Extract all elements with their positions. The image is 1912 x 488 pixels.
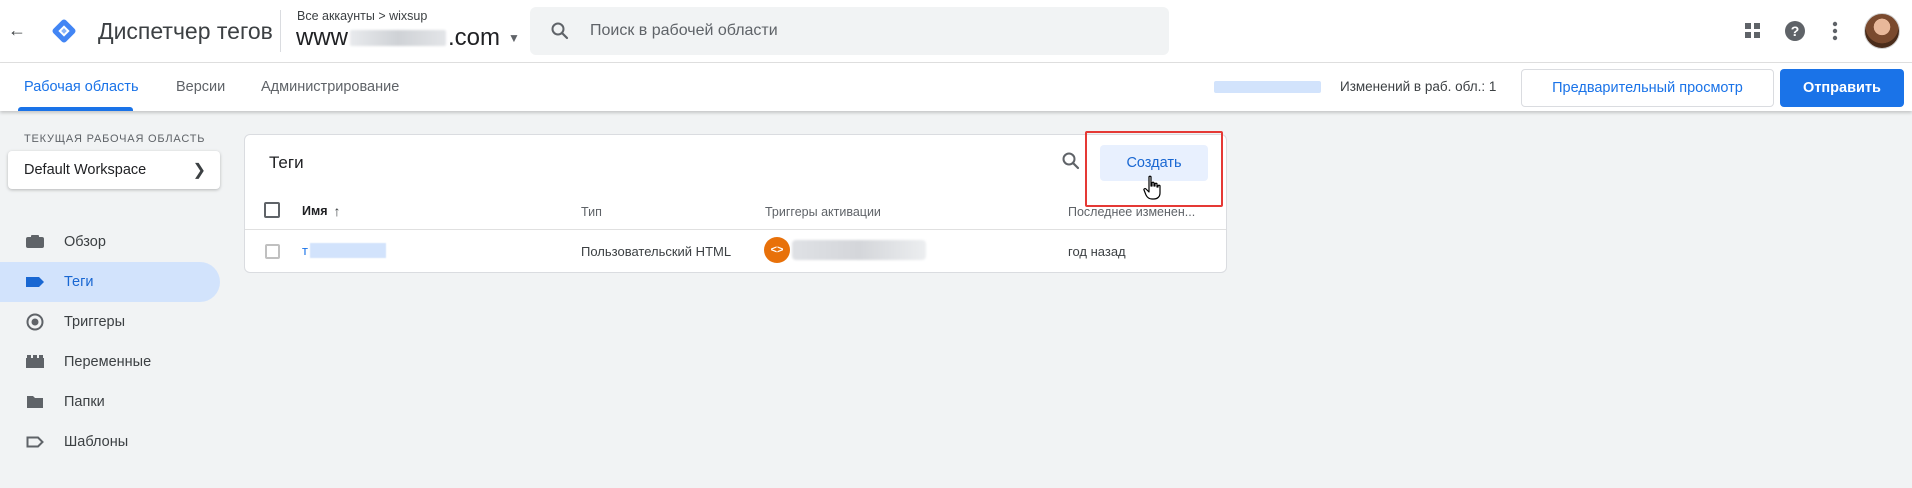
account-breadcrumb[interactable]: Все аккаунты > wixsup [297, 9, 427, 23]
panel-title: Теги [269, 153, 304, 172]
code-icon: <> [764, 237, 790, 263]
workspace-name: Default Workspace [24, 162, 147, 178]
sidebar-item-variables[interactable]: Переменные [0, 342, 220, 382]
current-workspace-label: ТЕКУЩАЯ РАБОЧАЯ ОБЛАСТЬ [24, 133, 206, 145]
tab-versions[interactable]: Версии [176, 63, 225, 111]
trigger-icon [24, 313, 46, 331]
tag-name-link[interactable]: т [302, 243, 386, 258]
tag-last-modified: год назад [1068, 244, 1126, 259]
chevron-right-icon: ❯ [192, 162, 206, 179]
sidebar-item-templates[interactable]: Шаблоны [0, 422, 220, 462]
more-vert-icon[interactable] [1822, 18, 1848, 44]
tab-workspace[interactable]: Рабочая область [24, 63, 139, 111]
sidebar-item-label: Переменные [64, 354, 152, 370]
apps-grid-icon[interactable] [1740, 18, 1766, 44]
workspace-changes-count: Изменений в раб. обл.: 1 [1340, 79, 1497, 94]
hand-cursor-icon [1143, 175, 1161, 200]
top-app-bar: ← Диспетчер тегов Все аккаунты > wixsup … [0, 0, 1912, 63]
tags-panel: Теги Создать Имя ↑ Тип Триггеры активаци… [244, 131, 1227, 273]
search-placeholder: Поиск в рабочей области [590, 22, 778, 39]
dropdown-arrow-icon: ▼ [508, 31, 520, 45]
sidebar-item-label: Папки [64, 394, 105, 410]
variables-icon [24, 354, 46, 370]
sidebar-item-folders[interactable]: Папки [0, 382, 220, 422]
redacted-text [792, 240, 926, 260]
sidebar-item-overview[interactable]: Обзор [0, 222, 220, 262]
back-arrow-icon[interactable]: ← [6, 19, 28, 41]
workspace-status-redacted [1214, 81, 1321, 93]
help-icon[interactable]: ? [1782, 18, 1808, 44]
avatar[interactable] [1864, 13, 1900, 49]
container-name-suffix: .com [448, 24, 501, 51]
tag-icon [24, 274, 46, 290]
sidebar-item-tags[interactable]: Теги [0, 262, 220, 302]
product-name: Диспетчер тегов [98, 18, 273, 44]
select-all-checkbox[interactable] [264, 202, 280, 218]
tag-type: Пользовательский HTML [581, 244, 732, 259]
workspace-selector[interactable]: Default Workspace ❯ [8, 151, 220, 189]
trigger-chip[interactable]: <> [764, 236, 926, 264]
column-header-modified[interactable]: Последнее изменен... [1068, 205, 1196, 219]
sidebar-item-label: Обзор [64, 234, 106, 250]
briefcase-icon [24, 234, 46, 250]
sidebar-item-triggers[interactable]: Триггеры [0, 302, 220, 342]
workspace-search-input[interactable]: Поиск в рабочей области [530, 7, 1169, 55]
tab-admin[interactable]: Администрирование [261, 63, 399, 111]
table-divider [245, 229, 1226, 230]
container-name-prefix: www [296, 24, 348, 51]
column-header-type[interactable]: Тип [581, 205, 602, 219]
column-header-name-label: Имя [302, 204, 328, 218]
sidebar-item-label: Теги [64, 274, 94, 290]
redacted-text [309, 243, 386, 258]
tag-name-text: т [302, 243, 308, 258]
preview-button[interactable]: Предварительный просмотр [1521, 69, 1774, 107]
header-divider [280, 10, 281, 52]
row-checkbox[interactable] [265, 244, 280, 259]
sidebar-item-label: Триггеры [64, 314, 126, 330]
sort-ascending-icon: ↑ [333, 203, 341, 219]
submit-button[interactable]: Отправить [1780, 69, 1904, 107]
tag-manager-logo[interactable] [49, 16, 79, 46]
search-icon [530, 21, 590, 41]
redacted-text [350, 30, 446, 46]
folder-icon [24, 394, 46, 410]
sidebar-item-label: Шаблоны [64, 434, 129, 450]
workspace-tabs-bar: Рабочая область Версии Администрирование… [0, 63, 1912, 111]
template-icon [24, 434, 46, 450]
container-selector[interactable]: www .com ▼ [296, 24, 520, 52]
svg-text:?: ? [1791, 23, 1800, 39]
active-tab-indicator [18, 107, 133, 111]
search-icon[interactable] [1061, 151, 1083, 173]
column-header-triggers[interactable]: Триггеры активации [765, 205, 881, 219]
column-header-name[interactable]: Имя ↑ [302, 203, 341, 219]
